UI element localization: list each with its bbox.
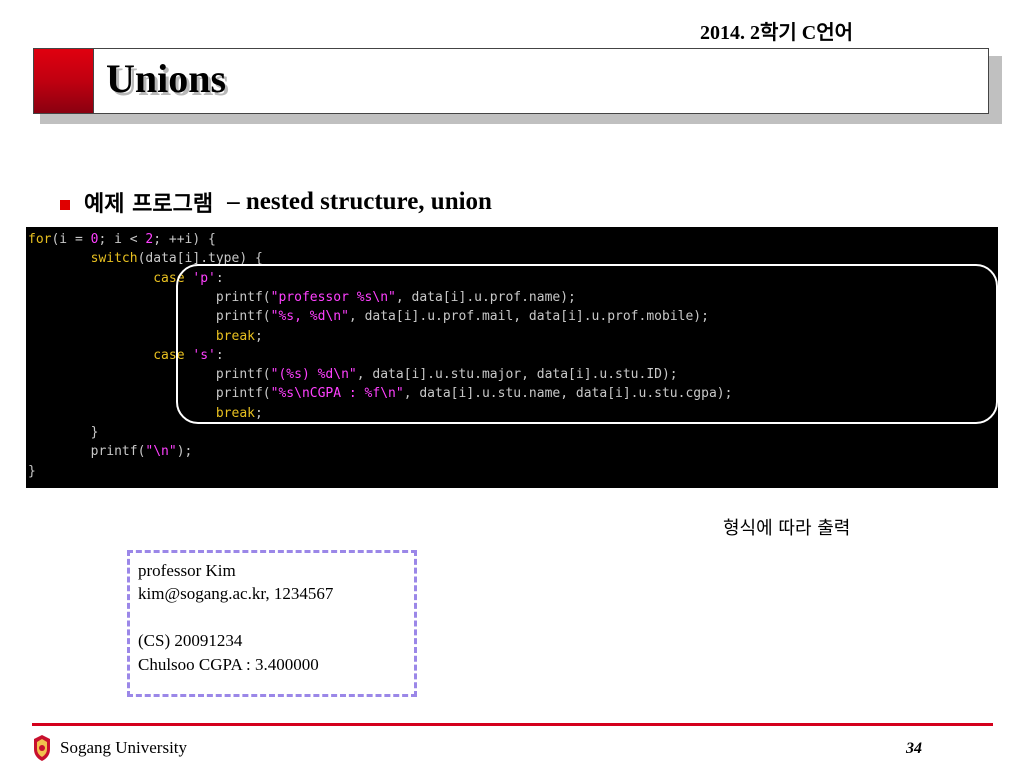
output-line: (CS) 20091234 [138,631,243,650]
code-token: } [28,463,36,479]
bullet-english-text: – nested structure, union [227,188,492,215]
code-token: printf( [28,444,146,460]
code-token: } [28,425,99,440]
bullet-item: 예제 프로그램 – nested structure, union [60,186,492,218]
course-header: 2014. 2학기 C언어 [700,22,854,44]
code-token: ; i < [98,232,146,247]
footer-divider [32,723,993,726]
code-line: printf("\n"); [28,442,193,461]
code-token: switch [90,251,138,267]
sogang-crest-icon [34,735,50,761]
slide-title: Unions [106,56,227,101]
output-line: professor Kim [138,561,236,580]
code-token: for [28,232,52,247]
code-token: (i = [51,232,91,247]
code-line: for(i = 0; i < 2; ++i) { [28,230,216,249]
title-accent-block [34,49,94,113]
bullet-square-icon [60,200,70,210]
title-bar: Unions [33,48,989,114]
bullet-korean-text: 예제 프로그램 [84,192,214,217]
code-line: } [28,423,99,442]
output-caption: 형식에 따라 출력 [723,518,851,539]
output-line: kim@sogang.ac.kr, 1234567 [138,584,334,603]
code-token: ); [176,444,193,460]
code-token: ; ++i) { [153,232,216,247]
page-number: 34 [906,740,922,757]
output-line: Chulsoo CGPA : 3.400000 [138,655,319,674]
code-token: "\n" [145,444,177,460]
arrow-head-icon [745,476,757,486]
footer-university: Sogang University [60,738,188,757]
switch-case-highlight [176,264,998,424]
code-line: } [28,462,36,481]
arrow-down-icon [750,426,752,478]
